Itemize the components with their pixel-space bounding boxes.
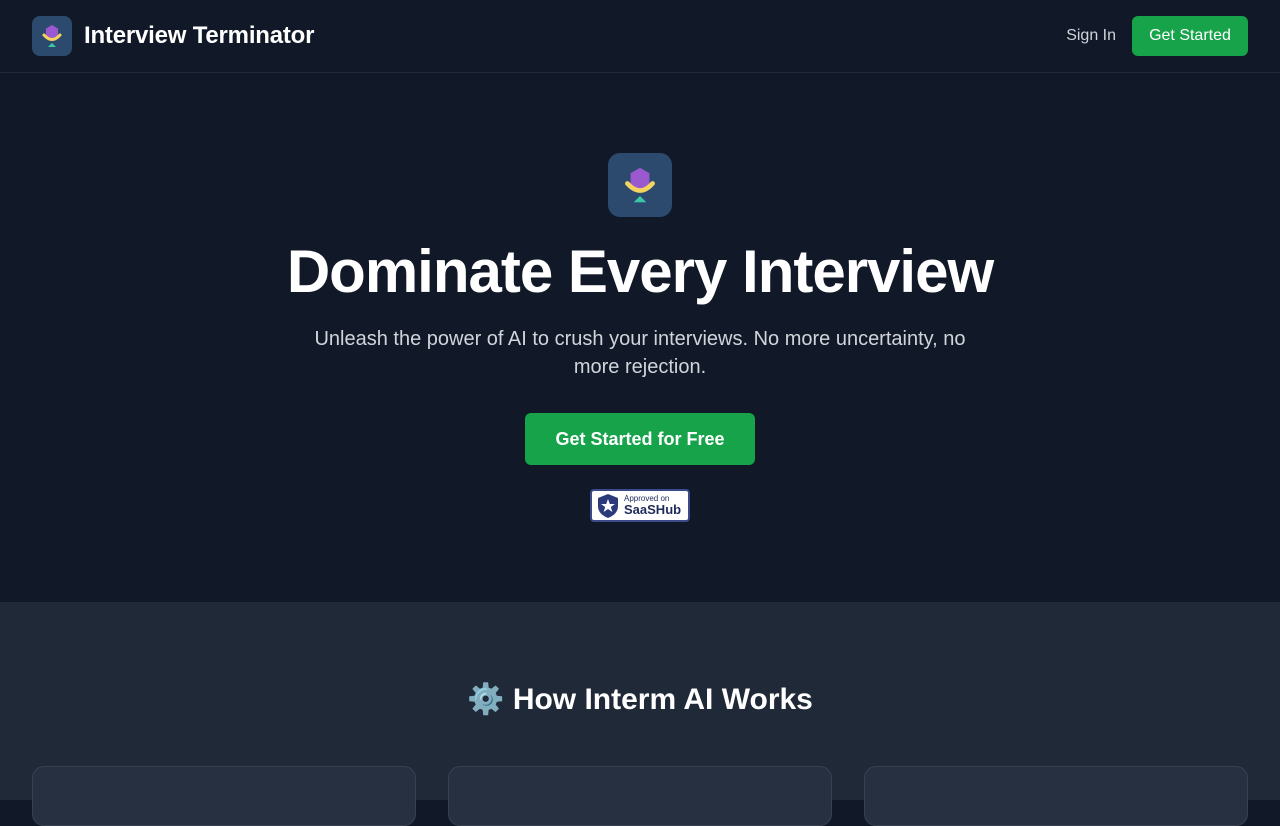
feature-card-3 — [864, 766, 1248, 826]
feature-card-2 — [448, 766, 832, 826]
brand[interactable]: Interview Terminator — [32, 16, 314, 56]
saashub-text: Approved on SaaSHub — [624, 495, 682, 517]
saashub-badge[interactable]: Approved on SaaSHub — [590, 489, 690, 522]
feature-card-1 — [32, 766, 416, 826]
how-it-works-section: ⚙️ How Interm AI Works — [0, 602, 1280, 826]
sign-in-link[interactable]: Sign In — [1066, 27, 1116, 45]
hero-subtitle: Unleash the power of AI to crush your in… — [314, 328, 966, 378]
brand-name: Interview Terminator — [84, 22, 315, 49]
get-started-free-button[interactable]: Get Started for Free — [525, 413, 755, 465]
app-logo-icon — [32, 16, 72, 56]
nav-actions: Sign In Get Started — [1066, 16, 1248, 56]
shield-star-icon — [598, 493, 618, 518]
hero-title: Dominate Every Interview — [286, 238, 994, 305]
saashub-big-text: SaaSHub — [624, 502, 682, 517]
hero-section: Dominate Every Interview Unleash the pow… — [0, 73, 1280, 602]
get-started-button[interactable]: Get Started — [1132, 16, 1248, 56]
how-it-works-title: ⚙️ How Interm AI Works — [467, 683, 813, 716]
hero-logo-icon — [608, 153, 672, 217]
top-navbar: Interview Terminator Sign In Get Started — [0, 0, 1280, 73]
